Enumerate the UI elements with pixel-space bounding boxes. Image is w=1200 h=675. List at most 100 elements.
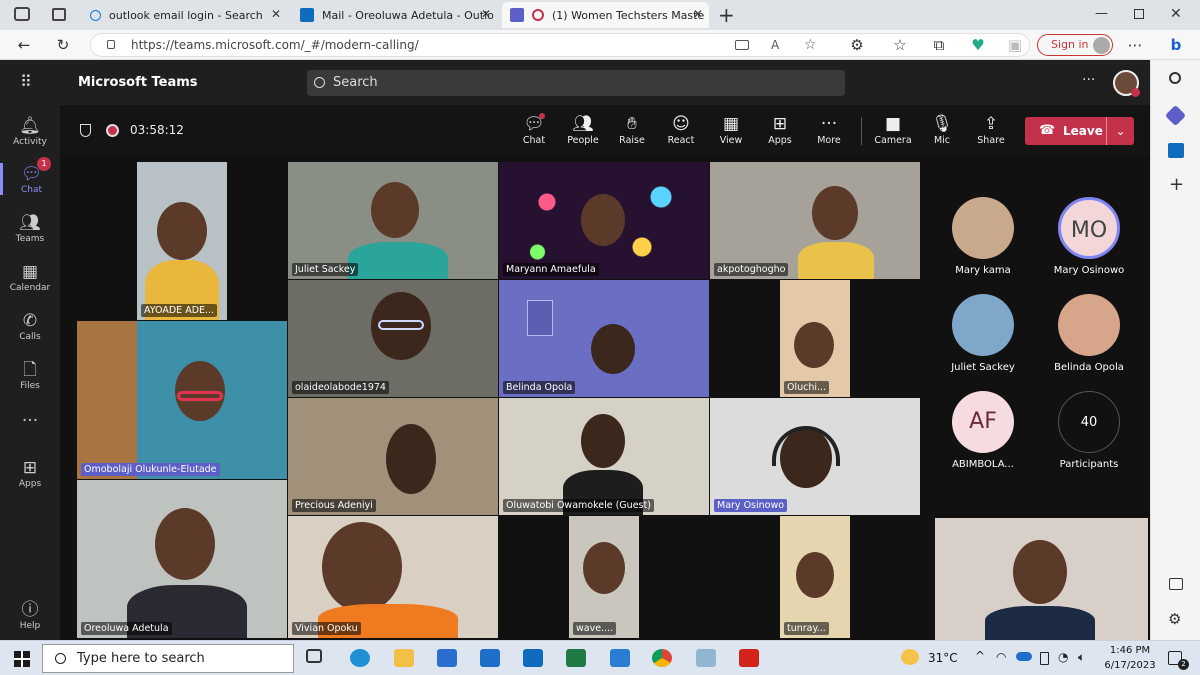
taskbar-clock[interactable]: 1:46 PM 6/17/2023 (1100, 643, 1160, 673)
tray-chevron-icon[interactable]: ^ (975, 649, 985, 663)
video-tile[interactable]: olaideolabode1974 (288, 280, 498, 397)
vertical-tabs-icon[interactable] (52, 8, 66, 21)
collections-icon[interactable]: ⧉ (929, 35, 949, 55)
video-tile[interactable]: Omobolaji Olukunle-Elutade (77, 321, 287, 479)
mail-icon[interactable] (480, 649, 500, 667)
rail-files[interactable]: 🗋 Files (0, 359, 60, 391)
roster-item[interactable]: Juliet Sackey (935, 294, 1031, 373)
refresh-icon[interactable]: ↻ (53, 35, 73, 55)
taskbar-search-input[interactable]: Type here to search (42, 644, 294, 673)
battery-icon[interactable] (1040, 652, 1049, 665)
teams-search-input[interactable]: Search (307, 70, 845, 96)
weather-icon[interactable] (901, 649, 919, 665)
wifi-icon[interactable]: ◔ (1058, 650, 1068, 664)
self-view-tile[interactable] (935, 518, 1148, 640)
restore-icon[interactable] (1134, 9, 1144, 19)
video-tile[interactable]: Oluchi... (710, 280, 920, 397)
performance-icon[interactable]: ♥ (968, 35, 988, 55)
task-view-icon[interactable] (306, 649, 322, 663)
outlook-icon[interactable] (1168, 143, 1184, 158)
extensions-icon[interactable]: ⚙ (847, 35, 867, 55)
excel-icon[interactable] (566, 649, 586, 667)
video-tile[interactable]: Mary Osinowo (710, 398, 920, 515)
windows-start-icon[interactable] (14, 651, 30, 667)
roster-item[interactable]: AF ABIMBOLA... (935, 391, 1031, 470)
participants-count[interactable]: 40 Participants (1041, 391, 1137, 470)
close-icon[interactable]: ✕ (481, 7, 491, 21)
rail-activity[interactable]: 🔔︎ Activity (0, 115, 60, 147)
close-window-icon[interactable]: ✕ (1170, 6, 1182, 22)
video-tile[interactable]: AYOADE ADE... (77, 162, 287, 320)
app-launcher-icon[interactable]: ⠿ (20, 72, 32, 91)
onedrive-icon[interactable] (1016, 652, 1032, 661)
favorite-star-icon[interactable]: ☆ (804, 34, 817, 56)
camera-permission-icon[interactable] (735, 40, 749, 50)
video-tile[interactable]: Vivian Opoku (288, 516, 498, 638)
new-tab-icon[interactable]: + (718, 3, 735, 27)
rail-teams[interactable]: 👥︎ Teams (0, 212, 60, 244)
copilot-icon[interactable] (1164, 104, 1187, 127)
rail-chat[interactable]: 💬︎ 1 Chat (0, 157, 60, 195)
weather-temp[interactable]: 31°C (928, 651, 958, 665)
sidebar-toggle-icon[interactable] (1169, 578, 1183, 590)
roster-item[interactable]: Mary kama (935, 197, 1031, 276)
mic-button[interactable]: 🎙︎ Mic (919, 113, 965, 146)
video-tile[interactable]: Belinda Opola (499, 280, 709, 397)
workspaces-icon[interactable]: ▣ (1005, 35, 1025, 55)
rail-more[interactable]: ··· (0, 410, 60, 432)
more-menu-icon[interactable]: ⋯ (1125, 35, 1145, 55)
url-input[interactable]: https://teams.microsoft.com/_#/modern-ca… (90, 33, 1030, 57)
bing-icon[interactable]: b (1166, 35, 1186, 55)
share-button[interactable]: ⇪ Share (968, 113, 1014, 146)
search-icon[interactable] (1169, 72, 1181, 84)
rail-calls[interactable]: ✆ Calls (0, 310, 60, 342)
roster-item[interactable]: MO Mary Osinowo (1041, 197, 1137, 276)
minimize-icon[interactable]: — (1095, 6, 1108, 21)
acrobat-icon[interactable] (739, 649, 759, 667)
people-button[interactable]: 👥︎ People (560, 113, 606, 146)
chat-button[interactable]: 💬︎ Chat (511, 113, 557, 146)
sign-in-button[interactable]: Sign in (1037, 34, 1113, 56)
raise-hand-button[interactable]: ✋︎ Raise (609, 113, 655, 146)
shield-icon[interactable] (80, 124, 91, 137)
more-button[interactable]: ··· More (806, 113, 852, 146)
notes-icon[interactable] (696, 649, 716, 667)
camera-button[interactable]: ■ Camera (870, 113, 916, 146)
browser-tab-teams[interactable]: (1) Women Techsters Maste ✕ (502, 2, 709, 28)
roster-item[interactable]: Belinda Opola (1041, 294, 1137, 373)
video-tile[interactable]: wave.... (499, 516, 709, 638)
add-icon[interactable]: + (1169, 174, 1184, 195)
chevron-down-icon[interactable]: ⌄ (1106, 117, 1134, 145)
word-online-icon[interactable] (610, 649, 630, 667)
apps-button[interactable]: ⊞ Apps (757, 113, 803, 146)
browser-tab-search[interactable]: outlook email login - Search ✕ (82, 2, 287, 28)
close-icon[interactable]: ✕ (271, 7, 281, 21)
video-tile[interactable]: Oluwatobi Owamokele (Guest) (499, 398, 709, 515)
leave-button[interactable]: ☎ Leave ⌄ (1025, 117, 1134, 145)
video-tile[interactable]: Oreoluwa Adetula (77, 480, 287, 638)
store-icon[interactable] (437, 649, 457, 667)
video-tile[interactable]: Maryann Amaefula (499, 162, 709, 279)
video-tile[interactable]: Juliet Sackey (288, 162, 498, 279)
close-icon[interactable]: ✕ (693, 7, 703, 21)
rail-apps[interactable]: ⊞ Apps (0, 457, 60, 489)
video-tile[interactable]: tunray... (710, 516, 920, 638)
read-aloud-icon[interactable]: A (771, 34, 779, 56)
chrome-icon[interactable] (652, 649, 672, 667)
browser-tab-outlook[interactable]: Mail - Oreoluwa Adetula - Outlo ✕ (292, 2, 497, 28)
network-icon[interactable]: ◠ (996, 650, 1006, 664)
react-button[interactable]: ☺ React (658, 113, 704, 146)
edge-icon[interactable] (350, 649, 370, 667)
rail-help[interactable]: ⓘ Help (0, 599, 60, 631)
video-tile[interactable]: akpotoghogho (710, 162, 920, 279)
back-icon[interactable]: ← (14, 35, 34, 55)
settings-icon[interactable]: ⚙ (1168, 610, 1181, 628)
volume-icon[interactable]: 🔈︎ (1078, 650, 1085, 665)
rail-calendar[interactable]: ▦ Calendar (0, 261, 60, 293)
video-tile[interactable]: Precious Adeniyi (288, 398, 498, 515)
view-button[interactable]: ▦ View (708, 113, 754, 146)
outlook-app-icon[interactable] (523, 649, 543, 667)
favorites-icon[interactable]: ☆ (890, 35, 910, 55)
file-explorer-icon[interactable] (394, 649, 414, 667)
settings-more-icon[interactable]: ··· (1082, 72, 1095, 88)
